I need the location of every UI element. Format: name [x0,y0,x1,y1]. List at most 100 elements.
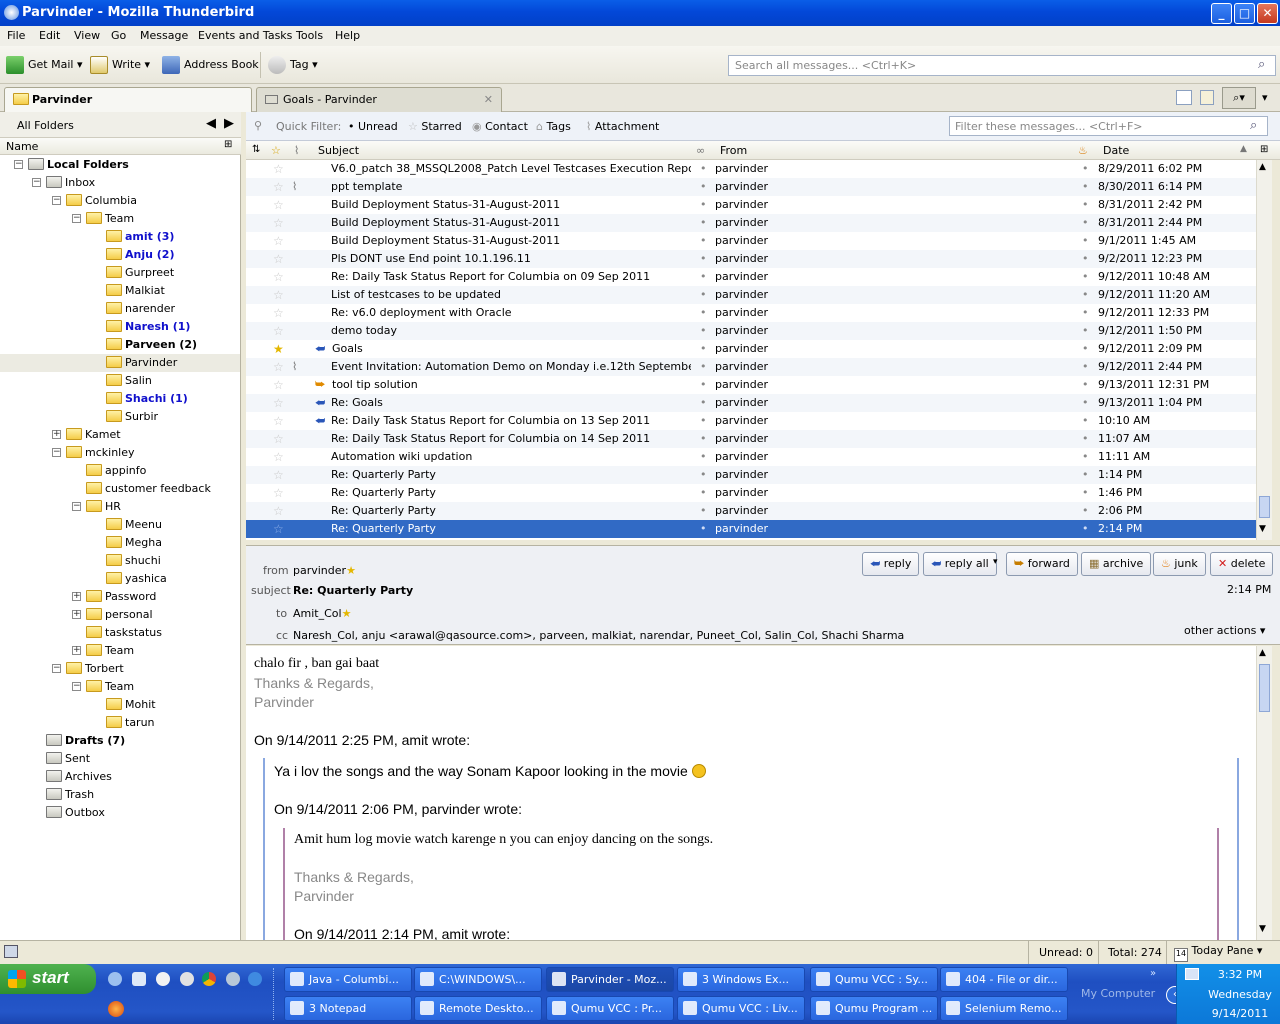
menu-edit[interactable]: Edit [39,29,60,42]
folder-item[interactable]: Outbox [46,804,105,822]
message-list-scrollbar[interactable]: ▲ ▼ [1256,160,1272,540]
address-book-button[interactable]: Address Book [162,54,259,76]
star-icon[interactable]: ☆ [273,358,284,376]
expand-icon[interactable]: + [52,430,61,439]
read-status-icon[interactable]: • [700,160,707,178]
scroll-down-icon[interactable]: ▼ [1259,524,1266,534]
junk-status-icon[interactable]: • [1082,376,1089,394]
taskbar-button[interactable]: Qumu VCC : Liv... [677,996,805,1021]
folder-item[interactable]: appinfo [86,462,146,480]
junk-status-icon[interactable]: • [1082,268,1089,286]
quick-launch-icon[interactable] [226,972,240,986]
folder-item[interactable]: Inbox [46,174,95,192]
junk-status-icon[interactable]: • [1082,358,1089,376]
tab-list-chevron-icon[interactable]: ▾ [1262,91,1268,104]
start-button[interactable]: start [0,964,96,994]
next-view-arrow-icon[interactable]: ▶ [224,116,234,131]
star-icon[interactable]: ☆ [273,448,284,466]
message-row[interactable]: ☆ Re: Daily Task Status Report for Columb… [246,430,1256,448]
internet-explorer-icon[interactable] [248,972,262,986]
taskbar-button[interactable]: Qumu Program ... [810,996,938,1021]
star-icon[interactable]: ☆ [273,160,284,178]
star-icon[interactable]: ☆ [273,268,284,286]
folder-item[interactable]: Sent [46,750,90,768]
close-button[interactable]: ✕ [1257,3,1278,24]
junk-status-icon[interactable]: • [1082,304,1089,322]
collapse-icon[interactable]: − [32,178,41,187]
message-row[interactable]: ☆ ⮨ Re: Daily Task Status Report for Colum… [246,412,1256,430]
folder-item[interactable]: narender [106,300,175,318]
menu-view[interactable]: View [74,29,100,42]
online-status-icon[interactable] [4,945,18,958]
junk-status-icon[interactable]: • [1082,448,1089,466]
menu-file[interactable]: File [7,29,25,42]
message-row[interactable]: ☆ Pls DONT use End point 10.1.196.11 • parv… [246,250,1256,268]
folder-item[interactable]: taskstatus [86,624,162,642]
read-status-icon[interactable]: • [700,250,707,268]
junk-status-icon[interactable]: • [1082,430,1089,448]
folder-item[interactable]: Salin [106,372,152,390]
menu-message[interactable]: Message [140,29,188,42]
message-row[interactable]: ☆ demo today • parvinder • 9/12/2011 1:50 PM [246,322,1256,340]
junk-status-icon[interactable]: • [1082,178,1089,196]
message-row[interactable]: ☆ Build Deployment Status-31-August-2011 •… [246,232,1256,250]
column-picker-icon[interactable]: ⊞ [1260,144,1268,155]
folder-item[interactable]: yashica [106,570,167,588]
message-row[interactable]: ☆ V6.0_patch 38_MSSQL2008_Patch Level Tes… [246,160,1256,178]
star-icon[interactable]: ☆ [273,232,284,250]
taskbar-button[interactable]: Selenium Remo... [940,996,1068,1021]
thread-column-icon[interactable]: ⇅ [252,144,260,155]
folder-item[interactable]: Meenu [106,516,162,534]
close-tab-icon[interactable]: ✕ [484,93,493,106]
junk-status-icon[interactable]: • [1082,160,1089,178]
filter-messages-input[interactable]: Filter these messages... <Ctrl+F> [949,116,1268,136]
read-status-icon[interactable]: • [700,466,707,484]
tab-parvinder[interactable]: Parvinder [4,87,252,112]
quick-launch-icon[interactable] [132,972,146,986]
message-body-scrollbar[interactable]: ▲ ▼ [1256,646,1272,940]
folder-item[interactable]: Kamet [66,426,121,444]
folder-item[interactable]: HR [86,498,121,516]
column-picker-icon[interactable]: ⊞ [224,139,232,150]
folder-item[interactable]: Team [86,210,134,228]
reply-button[interactable]: ⮨ reply [862,552,920,576]
reply-all-dropdown-icon[interactable]: ▾ [993,557,998,567]
filter-tags-button[interactable]: ⌂ Tags [536,120,571,133]
filter-starred-button[interactable]: ☆ Starred [408,120,462,133]
junk-status-icon[interactable]: • [1082,250,1089,268]
taskbar-button[interactable]: 3 Notepad [284,996,412,1021]
quick-launch-icon[interactable] [108,972,122,986]
collapse-icon[interactable]: − [72,502,81,511]
write-button[interactable]: Write ▾ [90,54,150,76]
read-status-icon[interactable]: • [700,430,707,448]
folder-item[interactable]: tarun [106,714,155,732]
forward-button[interactable]: ⮩ forward [1006,552,1078,576]
folder-item[interactable]: Drafts (7) [46,732,125,750]
clock-time[interactable]: 3:32 PM [1207,968,1273,981]
star-icon[interactable]: ☆ [273,196,284,214]
folder-item[interactable]: Team [86,678,134,696]
star-icon[interactable]: ☆ [273,214,284,232]
to-value[interactable]: Amit_Col★ [293,607,351,620]
folder-item[interactable]: Local Folders [28,156,129,174]
scroll-thumb[interactable] [1259,664,1270,712]
menu-help[interactable]: Help [335,29,360,42]
message-row[interactable]: ☆ Automation wiki updation • parvinder • 11:1… [246,448,1256,466]
search-all-messages-input[interactable]: Search all messages... <Ctrl+K> [728,55,1276,76]
star-icon[interactable]: ☆ [273,304,284,322]
message-row[interactable]: ☆ ⌇ Event Invitation: Automation Demo on M… [246,358,1256,376]
scroll-down-icon[interactable]: ▼ [1259,924,1266,934]
taskbar-button[interactable]: Qumu VCC : Pr... [546,996,674,1021]
read-status-icon[interactable]: • [700,394,707,412]
folder-name-column-header[interactable]: Name ⊞ [0,138,241,155]
folder-item[interactable]: Megha [106,534,162,552]
tab-goals[interactable]: Goals - Parvinder ✕ [256,87,502,112]
star-icon[interactable]: ★ [273,340,284,358]
expand-icon[interactable]: + [72,646,81,655]
read-status-icon[interactable]: • [700,322,707,340]
message-row[interactable]: ☆ ⮨ Re: Goals • parvinder • 9/13/2011 1:04 PM [246,394,1256,412]
archive-button[interactable]: ▦ archive [1081,552,1152,576]
tag-button[interactable]: Tag ▾ [268,54,318,76]
junk-button[interactable]: ♨ junk [1153,552,1206,576]
firefox-icon[interactable] [108,1001,124,1017]
